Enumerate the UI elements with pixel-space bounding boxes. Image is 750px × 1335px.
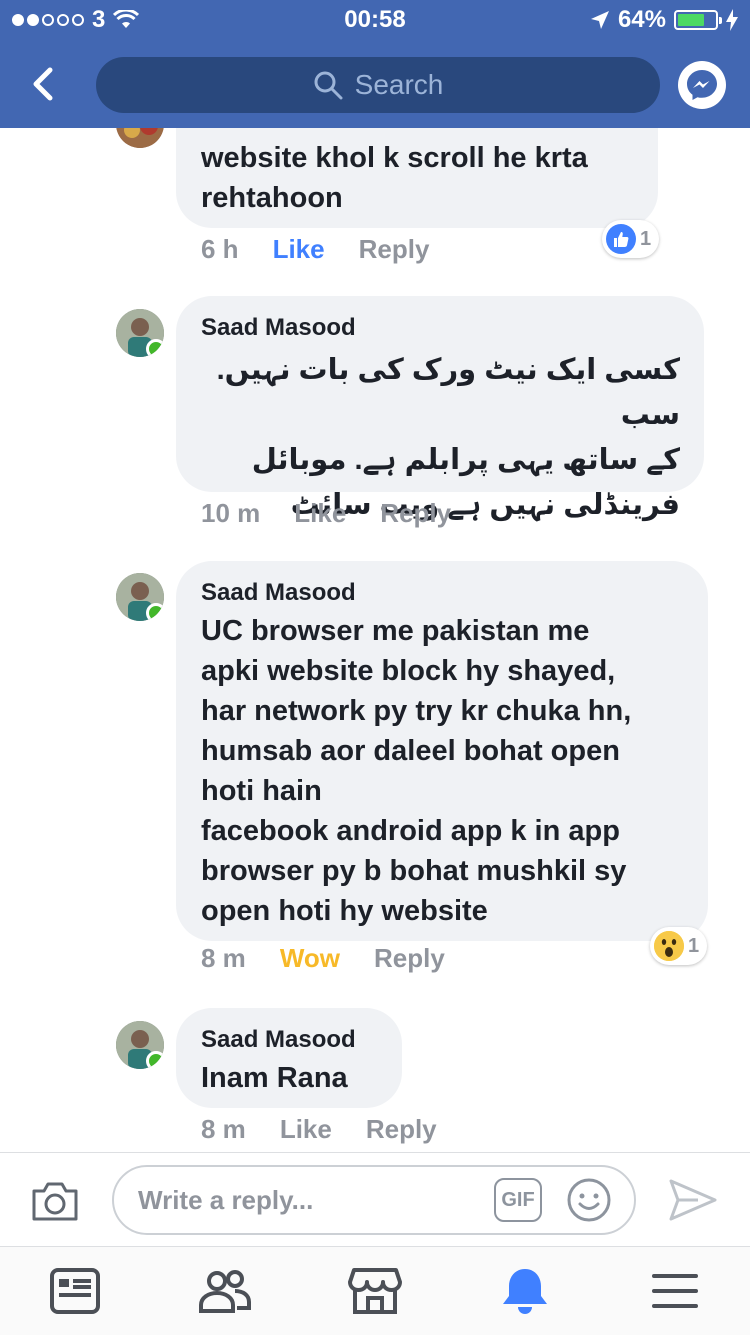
reply-input[interactable]: Write a reply... GIF — [112, 1165, 636, 1235]
comment-author[interactable]: Saad Masood — [201, 1026, 356, 1054]
charging-bolt-icon — [726, 9, 738, 31]
comment-author[interactable]: Saad Masood — [201, 314, 356, 342]
reply-button[interactable]: Reply — [374, 943, 445, 973]
sticker-icon[interactable] — [566, 1177, 612, 1223]
status-right: 64% — [590, 6, 738, 34]
comment-bubble[interactable]: website khol k scroll he krta rehtahoon — [176, 128, 658, 228]
search-icon — [314, 71, 343, 100]
friends-icon[interactable] — [195, 1261, 255, 1321]
wow-reaction-icon — [654, 931, 684, 961]
reaction-count[interactable]: 1 — [650, 927, 708, 965]
comment: Saad Masood UC browser me pakistan me ap… — [0, 561, 750, 981]
wow-button[interactable]: Wow — [280, 943, 340, 973]
comment-bubble[interactable]: Saad Masood Inam Rana — [176, 1008, 402, 1108]
avatar[interactable] — [116, 573, 164, 621]
messenger-icon — [687, 70, 717, 100]
reply-placeholder: Write a reply... — [138, 1184, 314, 1215]
online-indicator — [146, 603, 164, 621]
comment-time: 8 m — [201, 943, 246, 973]
comment-bubble[interactable]: Saad Masood کسی ایک نیٹ ورک کی بات نہیں.… — [176, 296, 704, 521]
comment-text: UC browser me pakistan me apki website b… — [201, 615, 632, 927]
notifications-icon[interactable] — [495, 1261, 555, 1321]
comment: Saad Masood کسی ایک نیٹ ورک کی بات نہیں.… — [0, 296, 750, 536]
bottom-nav — [0, 1246, 750, 1335]
back-icon[interactable] — [24, 64, 64, 104]
news-feed-icon[interactable] — [45, 1261, 105, 1321]
comment-time: 8 m — [201, 1114, 246, 1144]
battery-icon — [674, 10, 722, 30]
marketplace-icon[interactable] — [345, 1261, 405, 1321]
like-button[interactable]: Like — [294, 498, 346, 528]
send-icon[interactable] — [668, 1177, 718, 1223]
comment-text: website khol k scroll he krta rehtahoon — [201, 142, 588, 214]
comment-time: 6 h — [201, 234, 239, 264]
reply-button[interactable]: Reply — [380, 498, 451, 528]
gif-button[interactable]: GIF — [494, 1178, 542, 1222]
reply-button[interactable]: Reply — [366, 1114, 437, 1144]
comment-meta: 6 h Like Reply — [201, 234, 463, 265]
menu-icon[interactable] — [645, 1261, 705, 1321]
comment-meta: 8 m Wow Reply — [201, 943, 479, 974]
comment-bubble[interactable]: Saad Masood UC browser me pakistan me ap… — [176, 561, 708, 941]
search-bar[interactable]: Search — [96, 57, 660, 113]
comment-meta: 8 m Like Reply — [201, 1114, 471, 1145]
like-reaction-icon — [606, 224, 636, 254]
online-indicator — [146, 1051, 164, 1069]
comment: website khol k scroll he krta rehtahoon … — [0, 128, 750, 288]
top-header: 3 00:58 64% Search — [0, 0, 750, 128]
camera-icon[interactable] — [30, 1179, 80, 1223]
comment-author[interactable]: Saad Masood — [201, 579, 356, 607]
location-arrow-icon — [590, 11, 609, 29]
avatar[interactable] — [116, 1021, 164, 1069]
reply-composer: Write a reply... GIF — [0, 1152, 750, 1247]
online-indicator — [146, 339, 164, 357]
search-placeholder: Search — [354, 69, 444, 100]
status-bar: 3 00:58 64% — [0, 0, 750, 40]
reply-button[interactable]: Reply — [359, 234, 430, 264]
comment-time: 10 m — [201, 498, 261, 528]
like-button[interactable]: Like — [280, 1114, 332, 1144]
messenger-button[interactable] — [678, 61, 726, 109]
comment-thread[interactable]: website khol k scroll he krta rehtahoon … — [0, 128, 750, 1152]
comment-meta: 10 m Like Reply — [201, 498, 485, 529]
avatar[interactable] — [116, 128, 164, 148]
comment-text: Inam Rana — [201, 1062, 348, 1094]
reaction-count[interactable]: 1 — [602, 220, 660, 258]
avatar[interactable] — [116, 309, 164, 357]
like-button[interactable]: Like — [273, 234, 325, 264]
comment: Saad Masood Inam Rana 8 m Like Reply — [0, 1008, 750, 1148]
battery-percent: 64% — [617, 6, 666, 33]
